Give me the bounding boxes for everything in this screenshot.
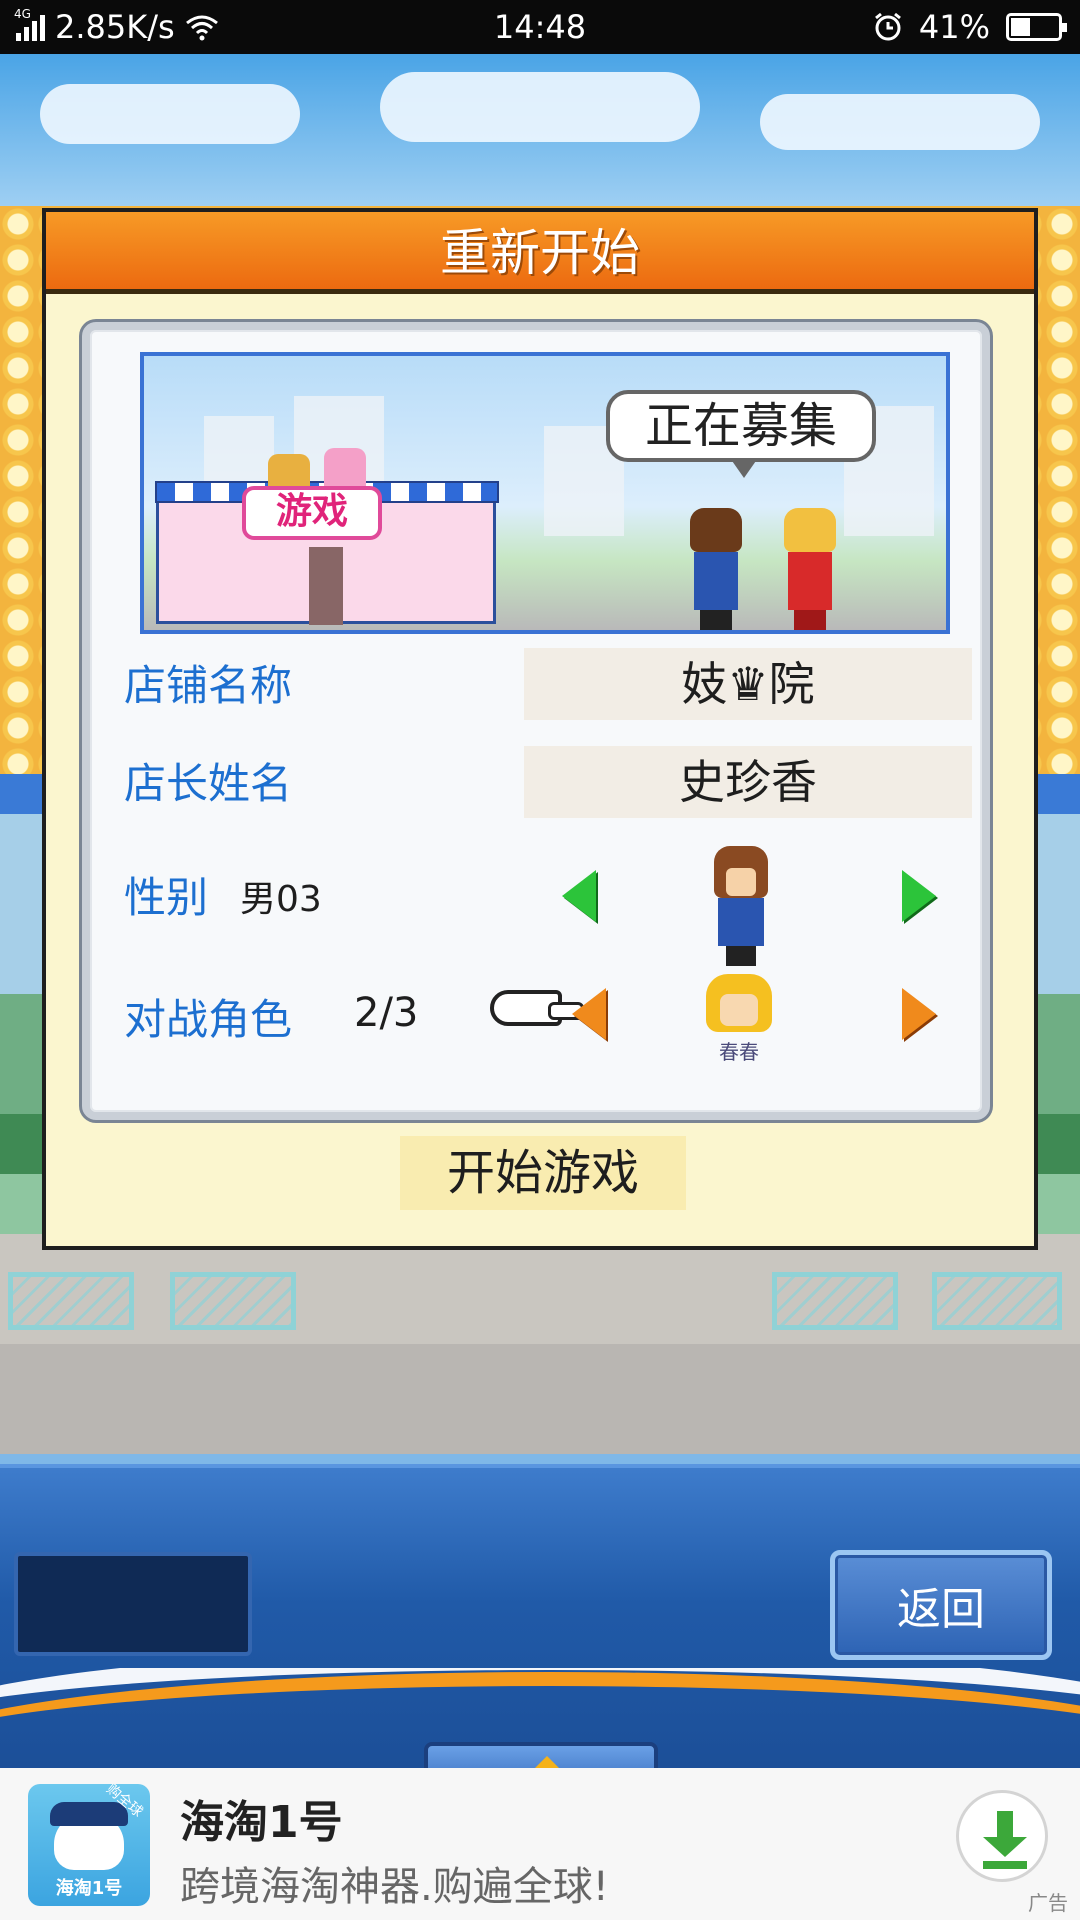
download-icon[interactable] <box>956 1790 1048 1882</box>
rival-next-arrow-icon[interactable] <box>902 988 936 1040</box>
battery-icon <box>1006 13 1067 41</box>
fence <box>8 1272 134 1330</box>
app-icon-label: 海淘1号 <box>55 1878 123 1899</box>
pavement <box>0 1234 1080 1344</box>
status-right: 41% <box>873 8 1067 46</box>
pointing-hand-icon <box>490 990 584 1026</box>
chevron-up-icon <box>517 1756 577 1768</box>
speech-bubble: 正在募集 <box>606 390 876 478</box>
ad-title: 海淘1号 <box>180 1797 343 1848</box>
status-bar: 4G 2.85K/s 14:48 41% <box>0 0 1080 54</box>
gender-label: 性别 <box>124 873 209 922</box>
manager-name-label: 店长姓名 <box>124 759 293 808</box>
male-avatar <box>714 846 768 966</box>
alarm-icon <box>874 12 901 41</box>
gender-next-arrow-icon[interactable] <box>902 870 936 922</box>
manager-name-field[interactable]: 史珍香 <box>524 746 972 818</box>
ad-subtitle: 跨境海淘神器.购遍全球! <box>180 1864 609 1910</box>
app-icon[interactable]: 购全球 海淘1号 <box>28 1784 150 1906</box>
shop-name-label: 店铺名称 <box>124 661 293 710</box>
restart-dialog: 重新开始 游戏 正在募集 店铺名称 妓♛院 店长姓名 史珍香 性别 男03 对战… <box>42 208 1038 1250</box>
bottom-toolbar: 返回 <box>0 1464 1080 1768</box>
rival-character-name: 春春 <box>719 1040 759 1064</box>
shop-sign: 游戏 <box>242 486 382 540</box>
dialog-title: 重新开始 <box>46 212 1034 294</box>
info-slot <box>14 1552 252 1656</box>
fence <box>170 1272 296 1330</box>
gender-prev-arrow-icon[interactable] <box>562 870 596 922</box>
rival-label: 对战角色 <box>124 995 293 1044</box>
battery-percent: 41% <box>918 8 990 46</box>
boy-character <box>690 508 742 630</box>
rival-avatar <box>706 974 772 1032</box>
girl-character <box>784 508 836 630</box>
fence <box>932 1272 1062 1330</box>
shop-name-field[interactable]: 妓♛院 <box>524 648 972 720</box>
shop-preview: 游戏 正在募集 <box>140 352 950 634</box>
road <box>0 1344 1080 1454</box>
expand-menu-button[interactable] <box>424 1742 658 1768</box>
ad-mark: 广告 <box>1028 1891 1068 1915</box>
gender-value: 男03 <box>240 879 322 920</box>
ad-banner[interactable]: 购全球 海淘1号 海淘1号 跨境海淘神器.购遍全球! 广告 <box>0 1768 1080 1920</box>
back-button[interactable]: 返回 <box>830 1550 1052 1660</box>
fence <box>772 1272 898 1330</box>
sky-background <box>0 54 1080 224</box>
start-game-button[interactable]: 开始游戏 <box>400 1136 686 1210</box>
settings-panel: 游戏 正在募集 店铺名称 妓♛院 店长姓名 史珍香 性别 男03 对战角色 2/… <box>82 322 990 1120</box>
rival-count: 2/3 <box>354 990 419 1036</box>
rival-prev-arrow-icon[interactable] <box>572 988 606 1040</box>
